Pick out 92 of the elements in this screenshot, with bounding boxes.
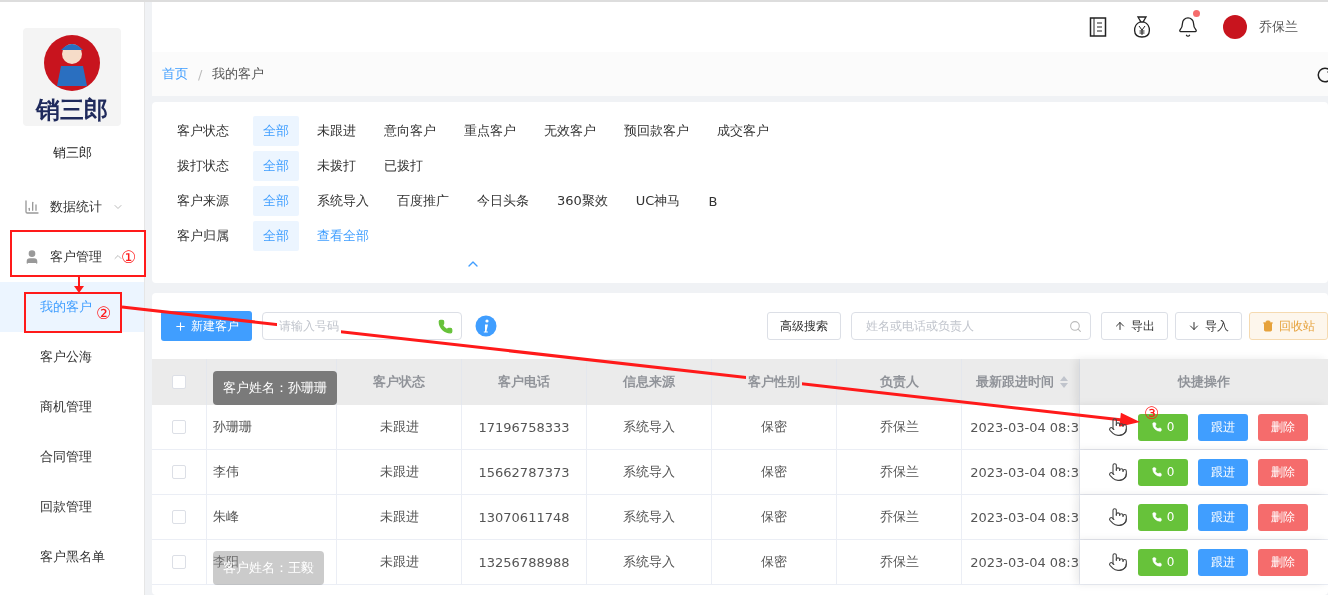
filter-label: 客户归属 (177, 227, 230, 245)
submenu-item[interactable]: 客户公海 (0, 332, 144, 382)
table-cell: 未跟进 (337, 540, 462, 584)
row-checkbox[interactable] (172, 510, 186, 524)
table-cell: 系统导入 (587, 450, 712, 494)
column-header: 客户电话 (496, 373, 552, 391)
table-cell: 系统导入 (587, 495, 712, 539)
export-button[interactable]: 导出 (1101, 312, 1168, 340)
filter-option[interactable]: 无效客户 (534, 116, 606, 146)
brand-name: 销三郎 (52, 144, 92, 162)
table-cell: 乔保兰 (837, 495, 962, 539)
submenu-item[interactable]: 合同管理 (0, 432, 144, 482)
filter-option[interactable]: 未跟进 (307, 116, 366, 146)
column-header: 快捷操作 (1178, 373, 1230, 391)
logo-mascot-drawing (41, 34, 103, 92)
menu-item[interactable]: 数据统计 (0, 182, 126, 232)
user-name: 乔保兰 (1259, 18, 1298, 36)
search-icon (1069, 319, 1082, 333)
row-checkbox[interactable] (172, 420, 186, 434)
phone-icon (1151, 422, 1162, 432)
hand-pointer-icon[interactable] (1108, 507, 1128, 527)
hand-pointer-icon[interactable] (1108, 462, 1128, 482)
row-checkbox[interactable] (172, 555, 186, 569)
trash-icon (1262, 320, 1274, 332)
annotation-arrow (74, 276, 84, 293)
table-cell: 保密 (712, 540, 837, 584)
annotation-number: ① (121, 249, 137, 266)
row-checkbox[interactable] (172, 465, 186, 479)
bell-icon[interactable] (1177, 16, 1199, 38)
filter-option[interactable]: 百度推广 (387, 186, 459, 216)
table-cell: 未跟进 (337, 495, 462, 539)
column-header: 最新跟进时间 (973, 373, 1056, 391)
money-bag-icon[interactable] (1131, 15, 1153, 39)
phone-icon (1151, 512, 1162, 522)
table-cell: 未跟进 (337, 405, 462, 449)
filter-option[interactable]: B (698, 187, 728, 215)
phone-icon[interactable] (438, 318, 453, 334)
column-header: 客户性别 (746, 373, 802, 391)
table-cell: 保密 (712, 450, 837, 494)
info-icon[interactable] (475, 315, 497, 337)
sort-icon[interactable] (1059, 376, 1068, 388)
submenu-item[interactable]: 客户黑名单 (0, 532, 144, 582)
filter-option[interactable]: 成交客户 (707, 116, 779, 146)
submenu-item[interactable]: 商机管理 (0, 382, 144, 432)
table-cell: 保密 (712, 405, 837, 449)
table-cell: 李伟 (207, 450, 337, 494)
table-cell: 乔保兰 (837, 450, 962, 494)
column-header: 负责人 (877, 373, 921, 391)
phone-icon (1151, 467, 1162, 477)
avatar (1223, 15, 1247, 39)
table-cell: 朱峰 (207, 495, 337, 539)
table-cell: 系统导入 (587, 540, 712, 584)
table-cell: 13070611748 (462, 495, 587, 539)
filter-option[interactable]: 预回款客户 (614, 116, 699, 146)
filter-label: 客户来源 (177, 192, 230, 210)
select-all-checkbox[interactable] (172, 375, 186, 389)
hand-pointer-icon[interactable] (1108, 552, 1128, 572)
notebook-icon[interactable] (1089, 17, 1107, 37)
arrow-up-icon (1114, 320, 1126, 332)
filter-option[interactable]: 360聚效 (547, 186, 618, 216)
advanced-search-button[interactable]: 高级搜索 (767, 312, 841, 340)
phone-icon (1151, 557, 1162, 567)
annotation-number: ② (96, 305, 112, 322)
filter-label: 拨打状态 (177, 157, 230, 175)
breadcrumb-current: 我的客户 (212, 65, 265, 83)
table-cell: 未跟进 (337, 450, 462, 494)
filter-option[interactable]: 已拨打 (374, 151, 433, 181)
arrow-down-icon (1188, 320, 1200, 332)
table-cell: 保密 (712, 495, 837, 539)
table-cell: 13256788988 (462, 540, 587, 584)
filter-option[interactable]: 未拨打 (307, 151, 366, 181)
breadcrumb-separator: / (198, 66, 203, 82)
filter-option[interactable]: 今日头条 (467, 186, 539, 216)
filter-option[interactable]: 系统导入 (307, 186, 379, 216)
column-header: 信息来源 (621, 373, 677, 391)
filter-label: 客户状态 (177, 122, 230, 140)
bar-chart-icon (24, 199, 40, 215)
filter-option[interactable]: 意向客户 (374, 116, 446, 146)
filter-option[interactable]: 重点客户 (454, 116, 526, 146)
table-cell: 系统导入 (587, 405, 712, 449)
user-icon (24, 249, 40, 265)
table-cell: 15662787373 (462, 450, 587, 494)
tooltip: 客户姓名：孙珊珊 (213, 371, 337, 405)
logo-text: 销三郎 (36, 95, 108, 126)
filter-option[interactable]: UC神马 (625, 186, 691, 216)
plus-icon (174, 319, 187, 333)
table-cell: 17196758333 (462, 405, 587, 449)
column-header: 客户状态 (371, 373, 427, 391)
submenu-item[interactable]: 回款管理 (0, 482, 144, 532)
table-cell: 乔保兰 (837, 540, 962, 584)
import-button[interactable]: 导入 (1175, 312, 1242, 340)
table-cell: 乔保兰 (837, 405, 962, 449)
